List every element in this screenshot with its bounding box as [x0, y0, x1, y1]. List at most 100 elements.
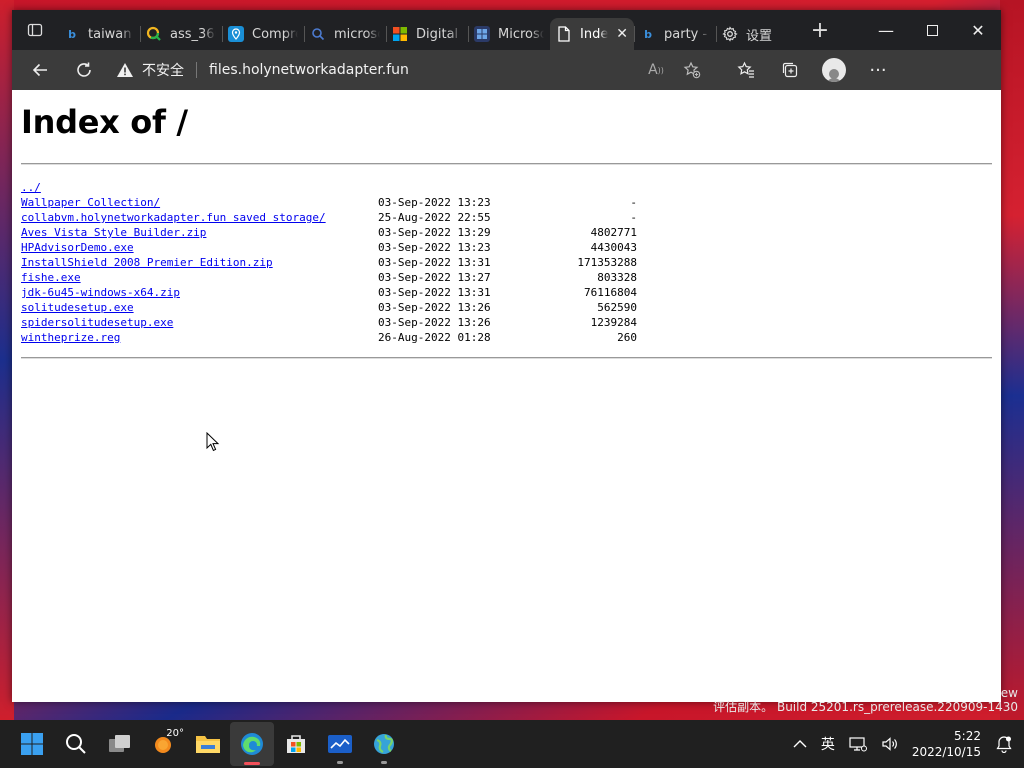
- tab-0[interactable]: b taiwan f: [58, 18, 140, 50]
- tab-bar: b taiwan f ass_360 Compre microso Digi: [12, 10, 1001, 50]
- folder-icon: [196, 736, 220, 753]
- divider-bottom: [21, 357, 992, 359]
- table-row: Wallpaper Collection/ 03-Sep-2022 13:23 …: [21, 195, 992, 210]
- window-controls: — ✕: [863, 10, 1001, 50]
- file-link[interactable]: Aves Vista Style Builder.zip: [21, 226, 206, 239]
- close-window-button[interactable]: ✕: [955, 10, 1001, 50]
- tab-2[interactable]: Compre: [222, 18, 304, 50]
- file-size: 76116804: [584, 286, 637, 299]
- file-date: 26-Aug-2022 01:28: [378, 331, 491, 344]
- search-button[interactable]: [54, 722, 98, 766]
- tab-1[interactable]: ass_360: [140, 18, 222, 50]
- file-date: 25-Aug-2022 22:55: [378, 211, 491, 224]
- address-bar-actions: A)): [638, 54, 710, 86]
- tab-title: Compre: [252, 26, 298, 42]
- volume-button[interactable]: [874, 736, 906, 752]
- security-label[interactable]: 不安全: [142, 60, 184, 80]
- file-date: 03-Sep-2022 13:27: [378, 271, 491, 284]
- file-link[interactable]: fishe.exe: [21, 271, 81, 284]
- taskbar: 20° 英 5:22 2022/10/15: [0, 720, 1024, 768]
- tab-title: ass_360: [170, 26, 216, 42]
- file-date: 03-Sep-2022 13:31: [378, 286, 491, 299]
- app-button-blue[interactable]: [318, 722, 362, 766]
- chart-app-icon: [328, 735, 352, 753]
- table-row: InstallShield 2008 Premier Edition.zip 0…: [21, 255, 992, 270]
- favorites-button[interactable]: [724, 50, 768, 90]
- file-size: 4430043: [590, 241, 637, 254]
- tab-6-active[interactable]: Inde ✕: [550, 18, 634, 50]
- file-date: 03-Sep-2022 13:26: [378, 316, 491, 329]
- parent-directory-link[interactable]: ../: [21, 181, 41, 194]
- app-button-globe[interactable]: [362, 722, 406, 766]
- microsoft-store-button[interactable]: [274, 722, 318, 766]
- tab-4[interactable]: Digital C: [386, 18, 468, 50]
- tab-7[interactable]: b party - E: [634, 18, 716, 50]
- close-tab-icon[interactable]: ✕: [616, 26, 628, 42]
- file-date: 03-Sep-2022 13:26: [378, 301, 491, 314]
- url-text[interactable]: files.holynetworkadapter.fun: [209, 62, 409, 78]
- microsoft-app-icon: [474, 26, 490, 42]
- input-method-indicator[interactable]: 英: [814, 734, 842, 754]
- file-link[interactable]: Wallpaper Collection/: [21, 196, 160, 209]
- tab-title: Inde: [580, 26, 609, 42]
- network-icon: [849, 737, 867, 752]
- file-link[interactable]: spidersolitudesetup.exe: [21, 316, 173, 329]
- task-view-button[interactable]: [98, 722, 142, 766]
- table-row: solitudesetup.exe 03-Sep-2022 13:26 5625…: [21, 300, 992, 315]
- table-row: spidersolitudesetup.exe 03-Sep-2022 13:2…: [21, 315, 992, 330]
- wallpaper-right-edge: [1000, 0, 1024, 720]
- read-aloud-icon[interactable]: A)): [638, 54, 674, 86]
- start-button[interactable]: [10, 722, 54, 766]
- divider-top: [21, 163, 992, 165]
- search-icon: [66, 734, 86, 754]
- tab-title: 设置: [746, 28, 773, 44]
- file-link[interactable]: collabvm.holynetworkadapter.fun saved st…: [21, 211, 326, 224]
- weather-widget[interactable]: 20°: [142, 722, 186, 766]
- edge-browser-button[interactable]: [230, 722, 274, 766]
- tab-3[interactable]: microso: [304, 18, 386, 50]
- close-icon: ✕: [971, 20, 985, 40]
- collections-button[interactable]: [768, 50, 812, 90]
- refresh-button[interactable]: [62, 50, 106, 90]
- file-link[interactable]: wintheprize.reg: [21, 331, 120, 344]
- new-tab-button[interactable]: +: [800, 10, 840, 50]
- tab-title: microso: [334, 26, 380, 42]
- back-button[interactable]: [18, 50, 62, 90]
- network-button[interactable]: [842, 736, 874, 752]
- add-favorite-icon[interactable]: [674, 54, 710, 86]
- file-link[interactable]: solitudesetup.exe: [21, 301, 134, 314]
- warning-icon[interactable]: [116, 61, 134, 79]
- clock[interactable]: 5:22 2022/10/15: [906, 728, 989, 760]
- maximize-button[interactable]: [909, 10, 955, 50]
- table-row: HPAdvisorDemo.exe 03-Sep-2022 13:23 4430…: [21, 240, 992, 255]
- file-size: -: [630, 196, 637, 209]
- tab-title: taiwan f: [88, 26, 134, 42]
- search-engine-icon: [146, 26, 162, 42]
- tab-8[interactable]: 设置: [716, 18, 794, 50]
- file-explorer-button[interactable]: [186, 722, 230, 766]
- profile-button[interactable]: [812, 50, 856, 90]
- tab-actions-button[interactable]: [12, 10, 58, 50]
- watermark-line-1: ew: [1000, 686, 1018, 700]
- file-link[interactable]: HPAdvisorDemo.exe: [21, 241, 134, 254]
- os-watermark: ew 评估副本。 Build 25201.rs_prerelease.22090…: [713, 686, 1018, 714]
- bing-icon: b: [68, 27, 76, 41]
- gear-icon: [722, 26, 738, 42]
- tab-5[interactable]: Microso: [468, 18, 550, 50]
- file-size: -: [630, 211, 637, 224]
- file-link[interactable]: InstallShield 2008 Premier Edition.zip: [21, 256, 273, 269]
- file-date: 03-Sep-2022 13:23: [378, 241, 491, 254]
- more-menu-button[interactable]: ···: [856, 50, 900, 90]
- tab-title: Microso: [498, 26, 544, 42]
- notification-bell-icon: [996, 736, 1012, 753]
- tab-title: party - E: [664, 26, 710, 42]
- notification-button[interactable]: [989, 735, 1024, 753]
- address-bar[interactable]: 不安全 files.holynetworkadapter.fun A)): [106, 54, 710, 86]
- file-link[interactable]: jdk-6u45-windows-x64.zip: [21, 286, 180, 299]
- minimize-button[interactable]: —: [863, 10, 909, 50]
- show-hidden-icons-button[interactable]: [786, 739, 814, 749]
- document-icon: [556, 26, 572, 42]
- file-date: 03-Sep-2022 13:31: [378, 256, 491, 269]
- ellipsis-icon: ···: [869, 59, 887, 81]
- maximize-icon: [926, 24, 938, 36]
